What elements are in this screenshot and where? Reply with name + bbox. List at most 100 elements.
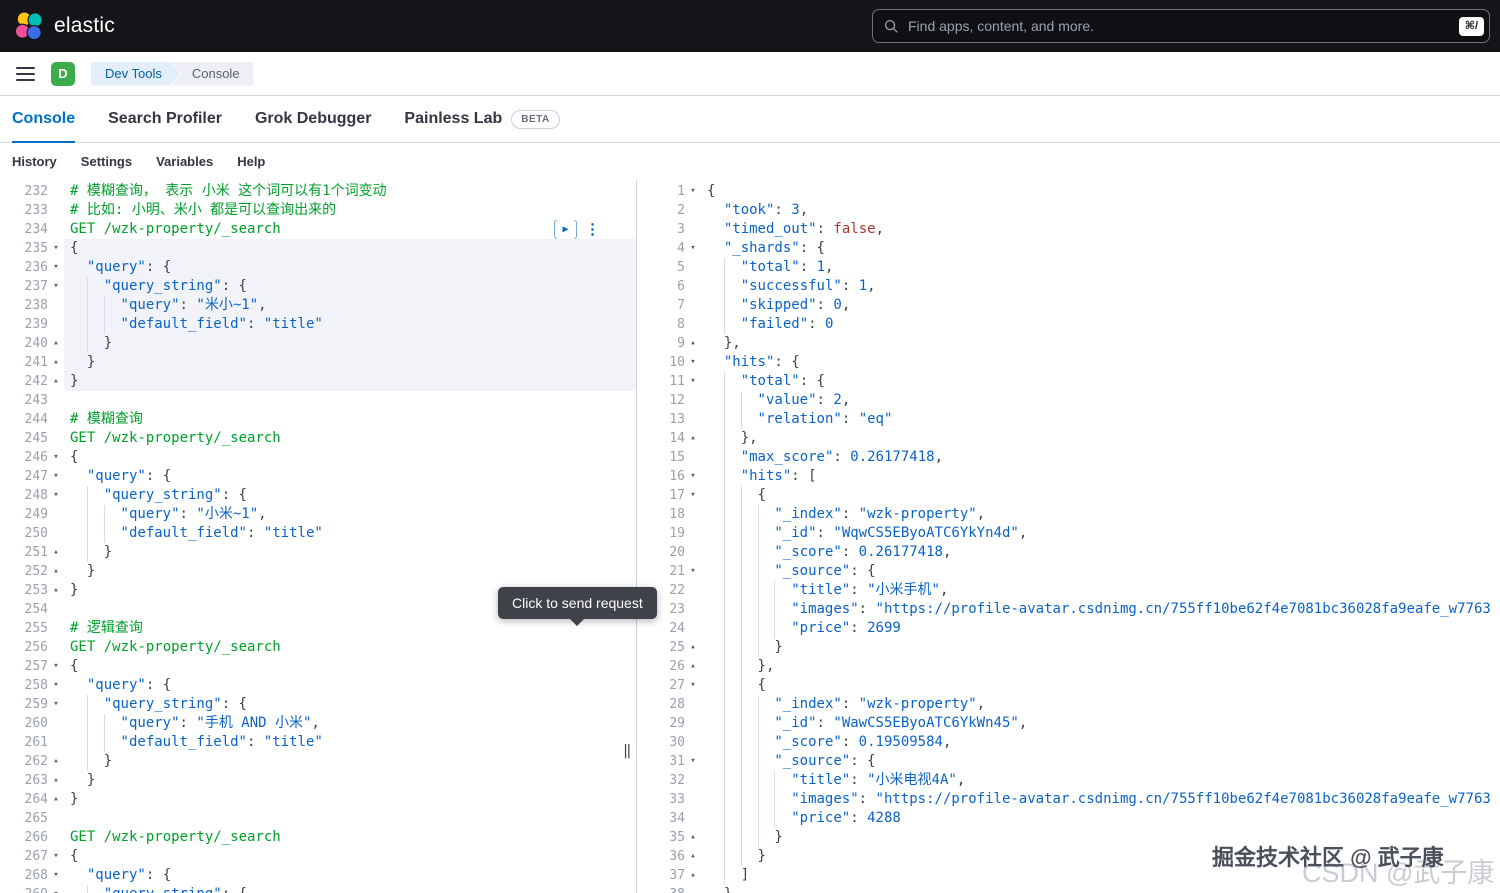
fold-toggle-icon[interactable]: ▴ (685, 866, 701, 885)
fold-toggle-icon[interactable]: ▴ (48, 771, 64, 790)
code-line-255[interactable]: 255# 逻辑查询 (0, 619, 636, 638)
fold-toggle-icon[interactable]: ▾ (48, 866, 64, 885)
code-line-243[interactable]: 243 (0, 391, 636, 410)
code-line-239[interactable]: 239 "default_field": "title" (0, 315, 636, 334)
code-line-257[interactable]: 257▾{ (0, 657, 636, 676)
code-line-246[interactable]: 246▾{ (0, 448, 636, 467)
code-line-15[interactable]: 15 "max_score": 0.26177418, (637, 448, 1500, 467)
code-line-258[interactable]: 258▾ "query": { (0, 676, 636, 695)
code-line-252[interactable]: 252▴ } (0, 562, 636, 581)
code-line-23[interactable]: 23 "images": "https://profile-avatar.csd… (637, 600, 1500, 619)
breadcrumb-dev-tools[interactable]: Dev Tools (91, 62, 180, 86)
code-line-28[interactable]: 28 "_index": "wzk-property", (637, 695, 1500, 714)
tab-grok-debugger[interactable]: Grok Debugger (255, 96, 371, 142)
fold-toggle-icon[interactable]: ▾ (685, 562, 701, 581)
code-line-238[interactable]: 238 "query": "米小~1", (0, 296, 636, 315)
fold-toggle-icon[interactable]: ▾ (48, 486, 64, 505)
code-line-265[interactable]: 265 (0, 809, 636, 828)
code-line-3[interactable]: 3 "timed_out": false, (637, 220, 1500, 239)
code-line-6[interactable]: 6 "successful": 1, (637, 277, 1500, 296)
fold-toggle-icon[interactable]: ▴ (48, 372, 64, 391)
code-line-29[interactable]: 29 "_id": "WawCS5EByoATC6YkWn45", (637, 714, 1500, 733)
fold-toggle-icon[interactable]: ▾ (685, 182, 701, 201)
fold-toggle-icon[interactable]: ▾ (48, 467, 64, 486)
code-line-4[interactable]: 4▾ "_shards": { (637, 239, 1500, 258)
code-line-12[interactable]: 12 "value": 2, (637, 391, 1500, 410)
code-line-248[interactable]: 248▾ "query_string": { (0, 486, 636, 505)
fold-toggle-icon[interactable]: ▾ (685, 239, 701, 258)
code-line-267[interactable]: 267▾{ (0, 847, 636, 866)
code-line-8[interactable]: 8 "failed": 0 (637, 315, 1500, 334)
code-line-16[interactable]: 16▾ "hits": [ (637, 467, 1500, 486)
code-line-21[interactable]: 21▾ "_source": { (637, 562, 1500, 581)
code-line-233[interactable]: 233# 比如: 小明、米小 都是可以查询出来的 (0, 201, 636, 220)
code-line-240[interactable]: 240▴ } (0, 334, 636, 353)
code-line-269[interactable]: 269▾ "query_string": { (0, 885, 636, 893)
fold-toggle-icon[interactable]: ▴ (685, 429, 701, 448)
code-line-18[interactable]: 18 "_index": "wzk-property", (637, 505, 1500, 524)
code-line-237[interactable]: 237▾ "query_string": { (0, 277, 636, 296)
code-line-26[interactable]: 26▴ }, (637, 657, 1500, 676)
code-line-25[interactable]: 25▴ } (637, 638, 1500, 657)
fold-toggle-icon[interactable]: ▴ (48, 790, 64, 809)
fold-toggle-icon[interactable]: ▴ (685, 334, 701, 353)
pane-resize-handle[interactable]: ‖ (623, 743, 631, 759)
code-line-260[interactable]: 260 "query": "手机 AND 小米", (0, 714, 636, 733)
code-line-241[interactable]: 241▴ } (0, 353, 636, 372)
fold-toggle-icon[interactable]: ▴ (48, 562, 64, 581)
code-line-9[interactable]: 9▴ }, (637, 334, 1500, 353)
code-line-234[interactable]: 234GET /wzk-property/_search▶⋮ (0, 220, 636, 239)
code-line-236[interactable]: 236▾ "query": { (0, 258, 636, 277)
fold-toggle-icon[interactable]: ▾ (685, 353, 701, 372)
fold-toggle-icon[interactable]: ▾ (48, 676, 64, 695)
fold-toggle-icon[interactable]: ▾ (48, 657, 64, 676)
code-line-263[interactable]: 263▴ } (0, 771, 636, 790)
code-line-261[interactable]: 261 "default_field": "title" (0, 733, 636, 752)
code-line-34[interactable]: 34 "price": 4288 (637, 809, 1500, 828)
global-search-input[interactable]: Find apps, content, and more. ⌘/ (872, 9, 1490, 43)
fold-toggle-icon[interactable]: ▴ (48, 581, 64, 600)
code-line-235[interactable]: 235▾{ (0, 239, 636, 258)
fold-toggle-icon[interactable]: ▴ (685, 638, 701, 657)
fold-toggle-icon[interactable]: ▾ (685, 486, 701, 505)
code-line-242[interactable]: 242▴} (0, 372, 636, 391)
request-options-icon[interactable]: ⋮ (585, 220, 600, 239)
fold-toggle-icon[interactable]: ▾ (685, 676, 701, 695)
fold-toggle-icon[interactable]: ▾ (48, 258, 64, 277)
fold-toggle-icon[interactable]: ▴ (685, 657, 701, 676)
request-editor-pane[interactable]: 232# 模糊查询， 表示 小米 这个词可以有1个词变动233# 比如: 小明、… (0, 180, 636, 893)
code-line-251[interactable]: 251▴ } (0, 543, 636, 562)
code-line-31[interactable]: 31▾ "_source": { (637, 752, 1500, 771)
code-line-24[interactable]: 24 "price": 2699 (637, 619, 1500, 638)
code-line-10[interactable]: 10▾ "hits": { (637, 353, 1500, 372)
code-line-250[interactable]: 250 "default_field": "title" (0, 524, 636, 543)
deployment-badge[interactable]: D (51, 62, 75, 86)
tab-console[interactable]: Console (12, 96, 75, 142)
fold-toggle-icon[interactable]: ▾ (48, 885, 64, 893)
code-line-5[interactable]: 5 "total": 1, (637, 258, 1500, 277)
code-line-256[interactable]: 256GET /wzk-property/_search (0, 638, 636, 657)
code-line-262[interactable]: 262▴ } (0, 752, 636, 771)
fold-toggle-icon[interactable]: ▾ (48, 239, 64, 258)
code-line-30[interactable]: 30 "_score": 0.19509584, (637, 733, 1500, 752)
menu-item-history[interactable]: History (12, 154, 57, 169)
tab-painless-lab[interactable]: Painless LabBETA (404, 96, 559, 142)
fold-toggle-icon[interactable]: ▴ (685, 847, 701, 866)
main-menu-button[interactable] (16, 67, 35, 81)
code-line-245[interactable]: 245GET /wzk-property/_search (0, 429, 636, 448)
fold-toggle-icon[interactable]: ▾ (48, 847, 64, 866)
code-line-13[interactable]: 13 "relation": "eq" (637, 410, 1500, 429)
code-line-17[interactable]: 17▾ { (637, 486, 1500, 505)
code-line-19[interactable]: 19 "_id": "WqwCS5EByoATC6YkYn4d", (637, 524, 1500, 543)
fold-toggle-icon[interactable]: ▾ (685, 752, 701, 771)
code-line-2[interactable]: 2 "took": 3, (637, 201, 1500, 220)
fold-toggle-icon[interactable]: ▴ (48, 752, 64, 771)
tab-search-profiler[interactable]: Search Profiler (108, 96, 222, 142)
fold-toggle-icon[interactable]: ▾ (48, 277, 64, 296)
fold-toggle-icon[interactable]: ▾ (48, 695, 64, 714)
code-line-7[interactable]: 7 "skipped": 0, (637, 296, 1500, 315)
code-line-1[interactable]: 1▾{ (637, 182, 1500, 201)
menu-item-variables[interactable]: Variables (156, 154, 213, 169)
code-line-32[interactable]: 32 "title": "小米电视4A", (637, 771, 1500, 790)
code-line-266[interactable]: 266GET /wzk-property/_search (0, 828, 636, 847)
